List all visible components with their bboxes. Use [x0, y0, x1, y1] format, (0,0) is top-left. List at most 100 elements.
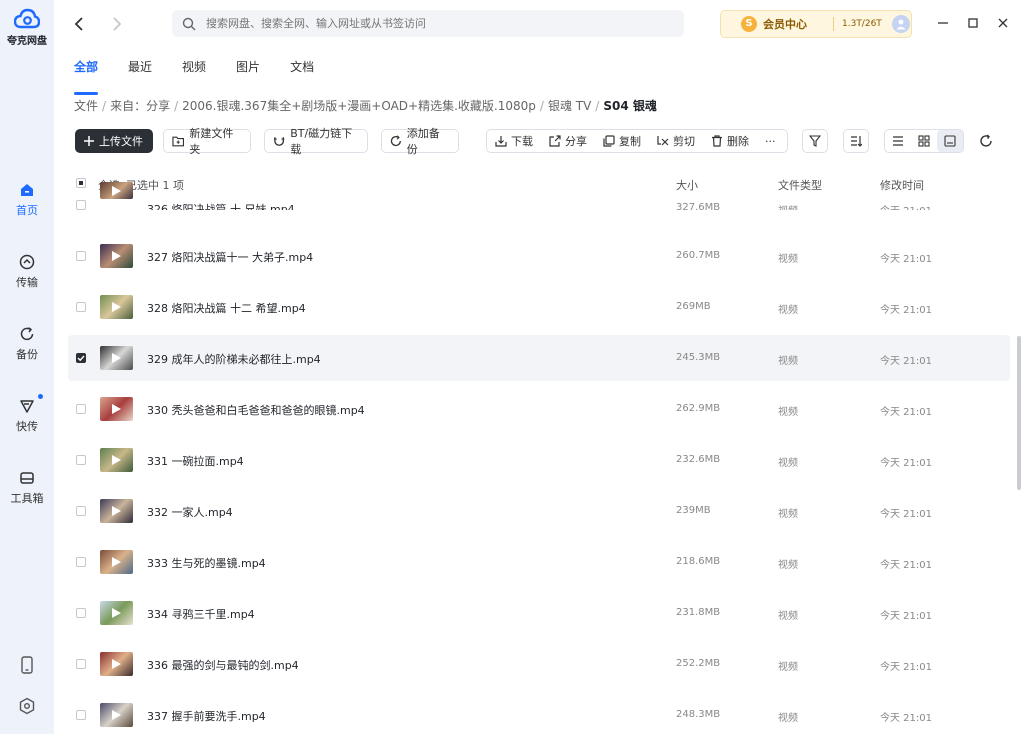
cloud-logo-icon [14, 8, 40, 29]
delete-button[interactable]: 删除 [711, 133, 749, 149]
settings-button[interactable] [0, 697, 54, 718]
row-checkbox[interactable] [76, 404, 86, 414]
share-label: 分享 [565, 135, 587, 148]
sidebar-item-transfer[interactable]: 传输 [0, 254, 54, 290]
row-checkbox[interactable] [76, 455, 86, 465]
file-size: 260.7MB [676, 250, 721, 261]
member-center-button[interactable]: S 会员中心 1.3T/26T [720, 10, 912, 38]
table-row-selected[interactable]: 329 成年人的阶梯未必都往上.mp4 245.3MB 视频 今天 21:01 [68, 335, 1010, 381]
storage-quota: 1.3T/26T [842, 19, 882, 29]
copy-button[interactable]: 复制 [603, 133, 641, 149]
file-name: 334 寻鸦三千里.mp4 [147, 608, 255, 621]
file-actions-group: 下载 分享 复制 剪切 删除 ··· [486, 129, 788, 153]
video-thumbnail [100, 397, 133, 421]
file-size: 232.6MB [676, 454, 721, 465]
breadcrumb-separator: / [174, 99, 179, 113]
tab-document[interactable]: 文档 [290, 58, 314, 86]
tab-recent[interactable]: 最近 [128, 58, 152, 86]
table-row[interactable]: 328 烙阳决战篇 十二 希望.mp4 269MB 视频 今天 21:01 [68, 284, 1010, 330]
grid-view-button[interactable] [911, 130, 937, 152]
back-button[interactable] [70, 14, 90, 34]
file-type: 视频 [778, 407, 798, 418]
sort-button[interactable] [843, 129, 869, 153]
add-backup-button[interactable]: 添加备份 [381, 127, 459, 156]
file-name: 336 最强的剑与最钝的剑.mp4 [147, 659, 299, 672]
row-checkbox[interactable] [76, 506, 86, 516]
app-logo[interactable]: 夸克网盘 [0, 8, 54, 47]
play-icon [112, 353, 121, 363]
play-icon [112, 608, 121, 618]
file-name: 326 烙阳决战篇 十 兄妹.mp4 [147, 203, 295, 210]
list-view-button[interactable] [885, 130, 911, 152]
close-icon [998, 18, 1008, 28]
file-type: 视频 [778, 254, 798, 265]
table-row[interactable]: 333 生与死的墨镜.mp4 218.6MB 视频 今天 21:01 [68, 539, 1010, 585]
share-button[interactable]: 分享 [549, 133, 587, 149]
upload-button[interactable]: 上传文件 [75, 129, 153, 153]
sidebar-item-label: 工具箱 [10, 492, 44, 505]
delete-label: 删除 [727, 135, 749, 148]
sidebar-item-toolbox[interactable]: 工具箱 [0, 470, 54, 506]
row-checkbox[interactable] [76, 659, 86, 669]
search-box[interactable] [172, 10, 684, 37]
table-row[interactable]: 326 烙阳决战篇 十 兄妹.mp4 327.6MB 视频 今天 21:01 [68, 182, 1010, 210]
breadcrumb-item-files[interactable]: 文件 [74, 99, 98, 113]
file-type: 视频 [778, 509, 798, 520]
tab-video[interactable]: 视频 [182, 58, 206, 86]
chevron-right-icon [113, 17, 122, 31]
breadcrumb-item-collection[interactable]: 2006.银魂.367集全+剧场版+漫画+OAD+精选集.收藏版.1080p [182, 99, 536, 113]
close-button[interactable] [994, 14, 1012, 32]
bt-download-button[interactable]: BT/磁力链下载 [264, 127, 368, 156]
search-input[interactable] [204, 16, 668, 31]
breadcrumb-item-shared[interactable]: 来自：分享 [110, 99, 170, 113]
table-row[interactable]: 332 一家人.mp4 239MB 视频 今天 21:01 [68, 488, 1010, 534]
breadcrumb-item-tv[interactable]: 银魂 TV [548, 99, 591, 113]
row-checkbox[interactable] [76, 608, 86, 618]
sidebar-item-home[interactable]: 首页 [0, 182, 54, 218]
table-row[interactable]: 337 握手前要洗手.mp4 248.3MB 视频 今天 21:01 [68, 692, 1010, 734]
cut-button[interactable]: 剪切 [657, 133, 695, 149]
breadcrumb-current: S04 银魂 [603, 99, 657, 113]
tab-image[interactable]: 图片 [236, 58, 260, 86]
row-checkbox[interactable] [76, 302, 86, 312]
play-icon [112, 251, 121, 261]
mobile-button[interactable] [0, 656, 54, 677]
row-checkbox[interactable] [76, 557, 86, 567]
avatar[interactable] [891, 15, 910, 33]
more-button[interactable]: ··· [765, 135, 776, 148]
video-thumbnail [100, 295, 133, 319]
row-checkbox[interactable] [76, 200, 86, 210]
breadcrumb-separator: / [539, 99, 544, 113]
table-row[interactable]: 330 秃头爸爸和白毛爸爸和爸爸的眼镜.mp4 262.9MB 视频 今天 21… [68, 386, 1010, 432]
row-checkbox[interactable] [76, 251, 86, 261]
send-icon [20, 400, 34, 413]
backup-icon [390, 135, 401, 147]
view-mode-group [884, 129, 964, 153]
table-row[interactable]: 327 烙阳决战篇十一 大弟子.mp4 260.7MB 视频 今天 21:01 [68, 233, 1010, 279]
sidebar-item-send[interactable]: 快传 [0, 394, 54, 434]
vertical-scrollbar[interactable] [1017, 336, 1021, 490]
file-size: 245.3MB [676, 352, 721, 363]
maximize-button[interactable] [964, 14, 982, 32]
list-view-icon [893, 136, 903, 146]
new-folder-button[interactable]: 新建文件夹 [163, 127, 251, 156]
row-checkbox[interactable] [76, 353, 86, 363]
table-row[interactable]: 336 最强的剑与最钝的剑.mp4 252.2MB 视频 今天 21:01 [68, 641, 1010, 687]
filter-button[interactable] [802, 129, 828, 153]
large-view-button[interactable] [937, 130, 963, 152]
forward-button[interactable] [106, 14, 126, 34]
row-checkbox[interactable] [76, 710, 86, 720]
trash-icon [712, 135, 722, 147]
file-size: 252.2MB [676, 658, 721, 669]
tab-all[interactable]: 全部 [74, 58, 99, 95]
download-button[interactable]: 下载 [495, 133, 533, 149]
file-modified: 今天 21:01 [880, 254, 932, 265]
minimize-button[interactable] [934, 14, 952, 32]
file-type: 视频 [778, 713, 798, 724]
sidebar-item-backup[interactable]: 备份 [0, 326, 54, 362]
table-row[interactable]: 331 一碗拉面.mp4 232.6MB 视频 今天 21:01 [68, 437, 1010, 483]
refresh-button[interactable] [977, 132, 995, 150]
table-row[interactable]: 334 寻鸦三千里.mp4 231.8MB 视频 今天 21:01 [68, 590, 1010, 636]
chevron-left-icon [74, 17, 83, 31]
file-modified: 今天 21:01 [880, 611, 932, 622]
